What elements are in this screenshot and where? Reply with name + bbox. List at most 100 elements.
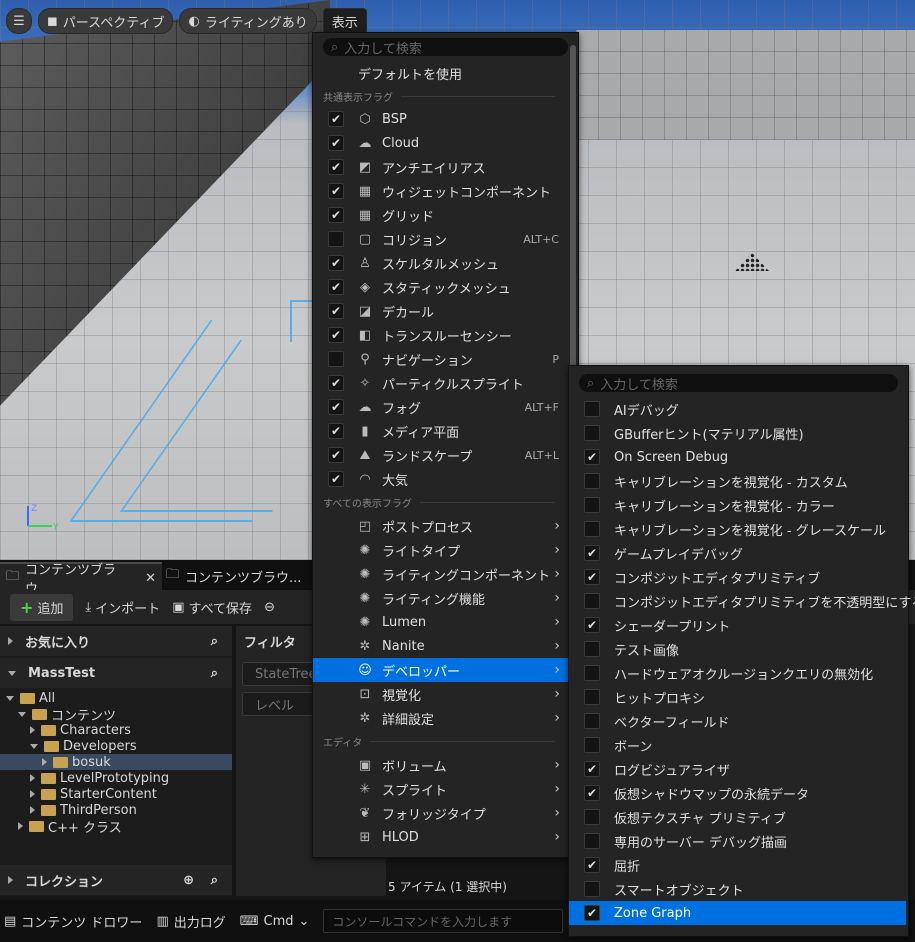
expand-arrow-icon[interactable]: [30, 790, 35, 798]
developer-flag-item[interactable]: コンポジットエディタプリミティブを不透明型にする: [569, 589, 915, 613]
show-flag-item[interactable]: ✔ ⛰ ランドスケープ ALT+L: [313, 443, 569, 467]
checkbox-unchecked[interactable]: [584, 521, 600, 537]
checkbox-unchecked[interactable]: [584, 593, 600, 609]
checkbox-checked[interactable]: ✔: [328, 423, 344, 439]
show-flag-item[interactable]: ▢ コリジョン ALT+C: [313, 227, 569, 251]
import-button[interactable]: ⤓ インポート: [85, 598, 160, 617]
viewport-menu-button[interactable]: ☰: [6, 8, 32, 34]
checkbox-unchecked[interactable]: [328, 231, 344, 247]
developer-flag-item[interactable]: ✔ コンポジットエディタプリミティブ: [569, 565, 906, 589]
developer-flag-item[interactable]: ベクターフィールド: [569, 709, 906, 733]
developer-flag-item[interactable]: 仮想テクスチャ プリミティブ: [569, 805, 906, 829]
checkbox-checked[interactable]: ✔: [584, 785, 600, 801]
expand-arrow-icon[interactable]: [42, 758, 47, 766]
developer-flag-item[interactable]: ✔ Zone Graph: [569, 901, 906, 925]
collapse-arrow-icon[interactable]: [30, 743, 38, 749]
show-menu-button[interactable]: 表示: [322, 8, 367, 34]
checkbox-unchecked[interactable]: [584, 737, 600, 753]
show-flag-item[interactable]: ✔ ◩ アンチエイリアス: [313, 155, 569, 179]
developer-flag-item[interactable]: ボーン: [569, 733, 906, 757]
checkbox-unchecked[interactable]: [584, 473, 600, 489]
submenu-item[interactable]: ▣ ボリューム ›: [313, 753, 569, 777]
checkbox-unchecked[interactable]: [584, 833, 600, 849]
checkbox-checked[interactable]: ✔: [328, 159, 344, 175]
content-drawer-button[interactable]: ▤ コンテンツ ドロワー: [4, 912, 142, 931]
developer-flag-item[interactable]: ✔ 屈折: [569, 853, 906, 877]
show-flag-item[interactable]: ⚲ ナビゲーション P: [313, 347, 569, 371]
show-flag-item[interactable]: ✔ ♙ スケルタルメッシュ: [313, 251, 569, 275]
perspective-button[interactable]: ◼ パースペクティブ: [38, 8, 174, 34]
developer-flag-item[interactable]: ✔ ログビジュアライザ: [569, 757, 906, 781]
show-flag-item[interactable]: ✔ ◈ スタティックメッシュ: [313, 275, 569, 299]
developer-flag-item[interactable]: ✔ シェーダープリント: [569, 613, 906, 637]
search-icon[interactable]: ⌕: [211, 634, 218, 649]
developer-flag-item[interactable]: 専用のサーバー デバッグ描画: [569, 829, 906, 853]
checkbox-checked[interactable]: ✔: [584, 905, 600, 921]
add-collection-icon[interactable]: ⊕: [183, 873, 194, 888]
output-log-button[interactable]: ▥ 出力ログ: [156, 912, 225, 931]
cmd-dropdown[interactable]: ⌨ Cmd ⌄: [240, 914, 310, 929]
checkbox-checked[interactable]: ✔: [328, 279, 344, 295]
folder-tree-item[interactable]: コンテンツ: [0, 706, 232, 724]
developer-flag-item[interactable]: ハードウェアオクルージョンクエリの無効化: [569, 661, 906, 685]
show-flag-item[interactable]: ✔ ☁ Cloud: [313, 131, 569, 155]
tab-content-browser-2[interactable]: 🗀 コンテンツブラウ...: [160, 562, 322, 590]
checkbox-checked[interactable]: ✔: [584, 617, 600, 633]
checkbox-unchecked[interactable]: [584, 497, 600, 513]
developer-flag-item[interactable]: キャリブレーションを視覚化 - カラー: [569, 493, 906, 517]
submenu-item[interactable]: ✲ Nanite ›: [313, 634, 569, 658]
submenu-item[interactable]: ✲ 詳細設定 ›: [313, 706, 569, 730]
folder-tree-item[interactable]: C++ クラス: [0, 818, 232, 836]
add-button[interactable]: + 追加: [10, 593, 74, 621]
show-flag-item[interactable]: ✔ ◠ 大気: [313, 467, 569, 491]
collapse-arrow-icon[interactable]: [6, 695, 14, 701]
checkbox-checked[interactable]: ✔: [584, 449, 600, 465]
submenu-item[interactable]: ⊞ HLOD ›: [313, 825, 569, 849]
favorites-section[interactable]: お気に入り ⌕: [0, 626, 232, 656]
lighting-mode-button[interactable]: ◐ ライティングあり: [179, 8, 317, 34]
project-section[interactable]: MassTest ⌕: [0, 658, 232, 688]
folder-tree-item[interactable]: Characters: [0, 722, 232, 738]
checkbox-unchecked[interactable]: [584, 401, 600, 417]
checkbox-checked[interactable]: ✔: [328, 399, 344, 415]
search-icon[interactable]: ⌕: [211, 873, 218, 888]
submenu-item[interactable]: ✺ ライトタイプ ›: [313, 538, 569, 562]
folder-tree-item[interactable]: StarterContent: [0, 786, 232, 802]
show-flag-item[interactable]: ✔ ◧ トランスルーセンシー: [313, 323, 569, 347]
use-default-item[interactable]: デフォルトを使用: [313, 61, 569, 85]
checkbox-unchecked[interactable]: [328, 351, 344, 367]
checkbox-checked[interactable]: ✔: [584, 857, 600, 873]
search-icon[interactable]: ⌕: [211, 666, 218, 681]
tab-content-browser-1[interactable]: 🗀 コンテンツブラウ... ✕: [0, 562, 162, 597]
checkbox-unchecked[interactable]: [584, 881, 600, 897]
checkbox-checked[interactable]: ✔: [328, 207, 344, 223]
folder-tree-item[interactable]: LevelPrototyping: [0, 770, 232, 786]
collections-section[interactable]: コレクション ⊕ ⌕: [0, 865, 232, 895]
developer-flag-item[interactable]: スマートオブジェクト: [569, 877, 906, 901]
expand-arrow-icon[interactable]: [30, 726, 35, 734]
expand-arrow-icon[interactable]: [30, 774, 35, 782]
checkbox-unchecked[interactable]: [584, 713, 600, 729]
collapse-arrow-icon[interactable]: [18, 711, 26, 717]
developer-flag-item[interactable]: ✔ On Screen Debug: [569, 445, 906, 469]
close-icon[interactable]: ✕: [145, 571, 156, 586]
submenu-item[interactable]: ❦ フォリッジタイプ ›: [313, 801, 569, 825]
save-all-button[interactable]: ▣ すべて保存: [172, 598, 252, 617]
submenu-item[interactable]: ✺ ライティング機能 ›: [313, 586, 569, 610]
checkbox-checked[interactable]: ✔: [328, 303, 344, 319]
submenu-item[interactable]: ☺ デベロッパー ›: [313, 658, 569, 682]
folder-tree-item[interactable]: bosuk: [0, 754, 232, 770]
back-icon[interactable]: ⊖: [264, 600, 275, 615]
show-menu-search[interactable]: ⌕ 入力して検索: [323, 38, 568, 57]
developer-flag-item[interactable]: ヒットプロキシ: [569, 685, 906, 709]
show-flag-item[interactable]: ✔ ▦ グリッド: [313, 203, 569, 227]
checkbox-unchecked[interactable]: [584, 665, 600, 681]
show-flag-item[interactable]: ✔ ▦ ウィジェットコンポーネント: [313, 179, 569, 203]
console-input[interactable]: コンソールコマンドを入力します: [323, 909, 564, 933]
submenu-item[interactable]: ⊡ 視覚化 ›: [313, 682, 569, 706]
checkbox-checked[interactable]: ✔: [328, 327, 344, 343]
expand-arrow-icon[interactable]: [30, 806, 35, 814]
checkbox-checked[interactable]: ✔: [328, 447, 344, 463]
checkbox-checked[interactable]: ✔: [328, 183, 344, 199]
checkbox-unchecked[interactable]: [584, 689, 600, 705]
